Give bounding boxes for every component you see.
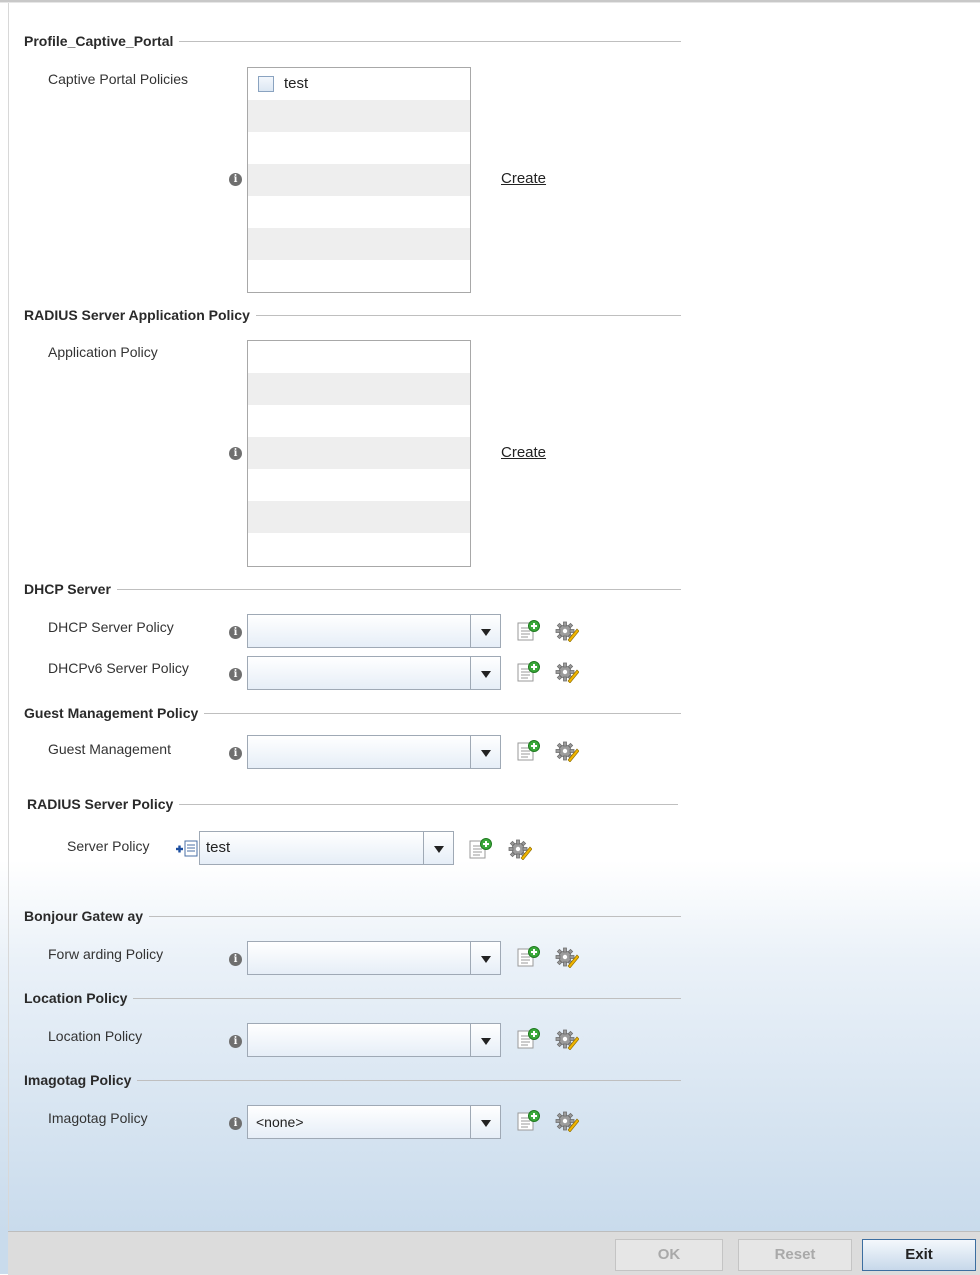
list-row-empty [248, 164, 470, 196]
gear-edit-icon[interactable] [555, 661, 579, 683]
gear-edit-icon[interactable] [555, 946, 579, 968]
chevron-down-icon[interactable] [470, 1106, 500, 1138]
add-document-icon[interactable] [517, 740, 541, 762]
section-guest-management: Guest Management Policy [24, 703, 681, 723]
imagotag-policy-select[interactable]: <none> [247, 1105, 501, 1139]
create-application-policy-link[interactable]: Create [501, 444, 546, 461]
application-policy-label: Application Policy [48, 344, 158, 360]
section-title: RADIUS Server Application Policy [24, 307, 250, 323]
create-captive-portal-link[interactable]: Create [501, 170, 546, 187]
add-document-icon[interactable] [517, 1028, 541, 1050]
exit-button[interactable]: Exit [862, 1239, 976, 1271]
chevron-down-icon[interactable] [423, 832, 453, 864]
section-title: Imagotag Policy [24, 1072, 132, 1088]
dhcp-server-policy-select[interactable] [247, 614, 501, 648]
info-icon[interactable]: i [229, 626, 242, 639]
list-row-empty [248, 437, 470, 469]
section-radius-application: RADIUS Server Application Policy [24, 305, 681, 325]
gear-edit-icon[interactable] [555, 1110, 579, 1132]
section-imagotag-policy: Imagotag Policy [24, 1070, 681, 1090]
chevron-down-icon[interactable] [470, 942, 500, 974]
info-icon[interactable]: i [229, 953, 242, 966]
application-policy-list[interactable] [247, 340, 471, 567]
section-dhcp-server: DHCP Server [24, 579, 681, 599]
dhcp-server-policy-label: DHCP Server Policy [48, 619, 174, 635]
section-divider [116, 588, 681, 590]
chevron-down-icon[interactable] [470, 1024, 500, 1056]
forwarding-policy-label: Forw arding Policy [48, 946, 164, 962]
info-icon[interactable]: i [229, 1035, 242, 1048]
list-row-empty [248, 341, 470, 373]
list-item[interactable]: test [248, 68, 470, 100]
chevron-down-icon[interactable] [470, 657, 500, 689]
override-icon[interactable] [175, 839, 199, 859]
ok-button[interactable]: OK [615, 1239, 723, 1271]
location-policy-label: Location Policy [48, 1028, 143, 1044]
list-row-empty [248, 228, 470, 260]
guest-management-select[interactable] [247, 735, 501, 769]
select-value: test [206, 839, 231, 856]
info-icon[interactable]: i [229, 173, 242, 186]
section-divider [137, 1079, 681, 1081]
list-row-empty [248, 100, 470, 132]
section-captive-portal: Profile_Captive_Portal [24, 31, 681, 51]
section-title: Bonjour Gatew ay [24, 908, 144, 924]
add-document-icon[interactable] [517, 661, 541, 683]
add-document-icon[interactable] [517, 620, 541, 642]
chevron-down-icon[interactable] [470, 736, 500, 768]
list-row-empty [248, 196, 470, 228]
section-title: Location Policy [24, 990, 128, 1006]
imagotag-policy-label: Imagotag Policy [48, 1110, 148, 1126]
section-title: DHCP Server [24, 581, 111, 597]
info-icon[interactable]: i [229, 1117, 242, 1130]
section-divider [179, 803, 678, 805]
forwarding-policy-select[interactable] [247, 941, 501, 975]
chevron-down-icon[interactable] [470, 615, 500, 647]
info-icon[interactable]: i [229, 447, 242, 460]
captive-portal-list[interactable]: test [247, 67, 471, 293]
reset-button[interactable]: Reset [738, 1239, 852, 1271]
server-policy-select[interactable]: test [199, 831, 454, 865]
add-document-icon[interactable] [469, 838, 493, 860]
list-row-empty [248, 469, 470, 501]
left-border [8, 3, 9, 1230]
section-location-policy: Location Policy [24, 988, 681, 1008]
dhcpv6-server-policy-select[interactable] [247, 656, 501, 690]
list-item-label: test [284, 75, 309, 92]
dhcpv6-server-policy-label: DHCPv6 Server Policy [48, 660, 189, 676]
gear-edit-icon[interactable] [555, 1028, 579, 1050]
list-row-empty [248, 373, 470, 405]
section-radius-server: RADIUS Server Policy [27, 794, 678, 814]
gear-edit-icon[interactable] [508, 838, 532, 860]
checkbox[interactable] [258, 76, 274, 92]
gear-edit-icon[interactable] [555, 620, 579, 642]
info-icon[interactable]: i [229, 747, 242, 760]
section-divider [149, 915, 681, 917]
section-divider [255, 314, 681, 316]
captive-portal-policies-label: Captive Portal Policies [48, 71, 189, 87]
add-document-icon[interactable] [517, 1110, 541, 1132]
guest-management-label: Guest Management [48, 741, 171, 757]
section-title: RADIUS Server Policy [27, 796, 174, 812]
select-value: <none> [256, 1114, 304, 1130]
section-divider [133, 997, 681, 999]
location-policy-select[interactable] [247, 1023, 501, 1057]
section-title: Guest Management Policy [24, 705, 199, 721]
top-border [0, 0, 980, 3]
gear-edit-icon[interactable] [555, 740, 579, 762]
info-icon[interactable]: i [229, 668, 242, 681]
section-title: Profile_Captive_Portal [24, 33, 174, 49]
list-row-empty [248, 132, 470, 164]
list-row-empty [248, 501, 470, 533]
server-policy-label: Server Policy [67, 838, 150, 854]
section-divider [204, 712, 681, 714]
section-divider [179, 40, 681, 42]
list-row-empty [248, 405, 470, 437]
add-document-icon[interactable] [517, 946, 541, 968]
section-bonjour-gateway: Bonjour Gatew ay [24, 906, 681, 926]
